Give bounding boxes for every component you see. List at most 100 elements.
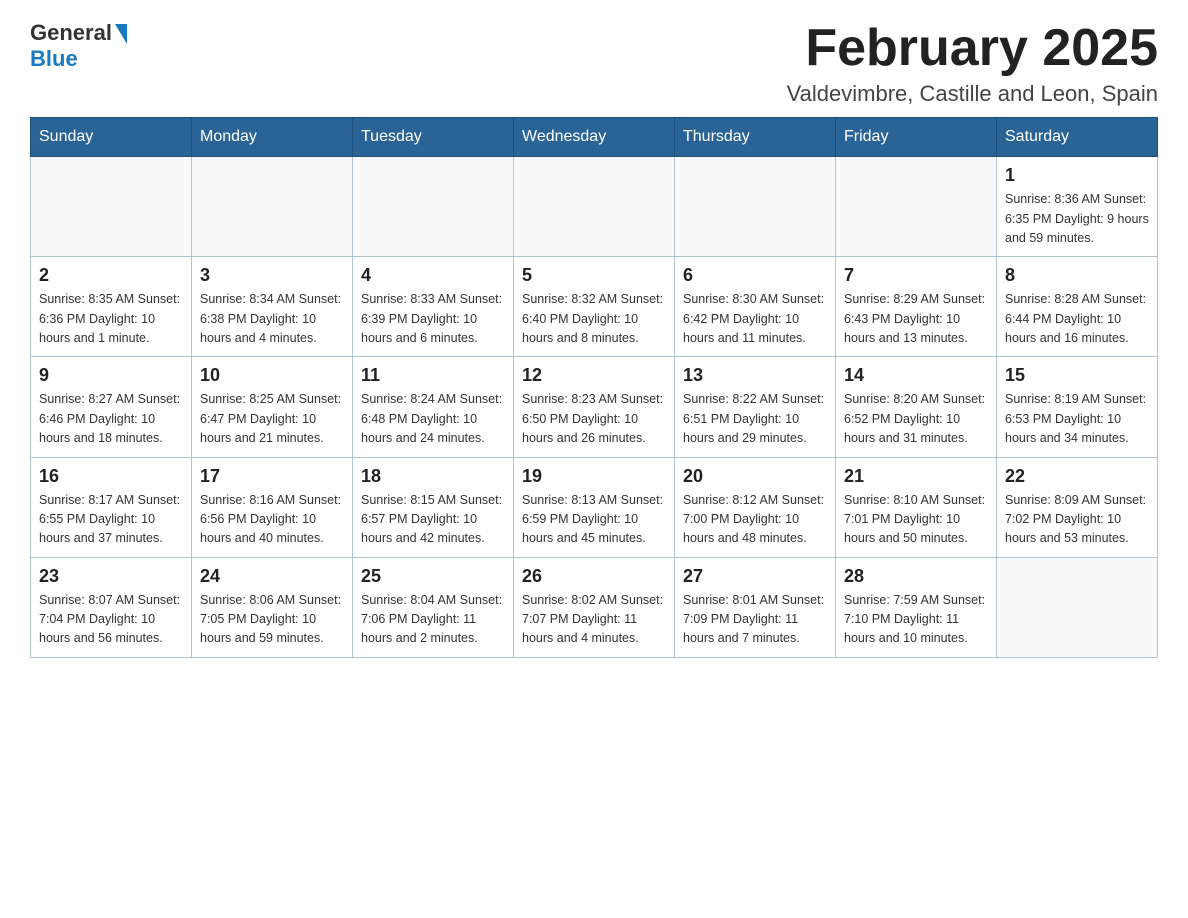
weekday-header-saturday: Saturday <box>997 118 1158 157</box>
day-info: Sunrise: 8:07 AM Sunset: 7:04 PM Dayligh… <box>39 591 183 649</box>
calendar-cell: 1 Sunrise: 8:36 AM Sunset: 6:35 PM Daylig… <box>997 157 1158 257</box>
day-info: Sunrise: 8:09 AM Sunset: 7:02 PM Dayligh… <box>1005 491 1149 549</box>
calendar-cell: 20Sunrise: 8:12 AM Sunset: 7:00 PM Dayli… <box>675 457 836 557</box>
day-number: 5 <box>522 265 666 286</box>
day-info: Sunrise: 8:25 AM Sunset: 6:47 PM Dayligh… <box>200 390 344 448</box>
day-number: 2 <box>39 265 183 286</box>
calendar-cell: 14Sunrise: 8:20 AM Sunset: 6:52 PM Dayli… <box>836 357 997 457</box>
logo-blue-text: Blue <box>30 46 78 72</box>
day-number: 4 <box>361 265 505 286</box>
day-info: Sunrise: 8:24 AM Sunset: 6:48 PM Dayligh… <box>361 390 505 448</box>
day-info: Sunrise: 8:33 AM Sunset: 6:39 PM Dayligh… <box>361 290 505 348</box>
weekday-header-sunday: Sunday <box>31 118 192 157</box>
calendar-cell <box>192 157 353 257</box>
day-info: Sunrise: 8:15 AM Sunset: 6:57 PM Dayligh… <box>361 491 505 549</box>
calendar-header: SundayMondayTuesdayWednesdayThursdayFrid… <box>31 118 1158 157</box>
day-number: 28 <box>844 566 988 587</box>
subtitle: Valdevimbre, Castille and Leon, Spain <box>787 81 1158 107</box>
calendar-cell: 7 Sunrise: 8:29 AM Sunset: 6:43 PM Daylig… <box>836 257 997 357</box>
day-number: 19 <box>522 466 666 487</box>
calendar-cell: 11 Sunrise: 8:24 AM Sunset: 6:48 PM Dayli… <box>353 357 514 457</box>
day-number: 24 <box>200 566 344 587</box>
calendar-cell <box>675 157 836 257</box>
day-number: 26 <box>522 566 666 587</box>
day-number: 21 <box>844 466 988 487</box>
calendar-cell: 26 Sunrise: 8:02 AM Sunset: 7:07 PM Dayli… <box>514 557 675 657</box>
day-number: 13 <box>683 365 827 386</box>
day-info: Sunrise: 8:02 AM Sunset: 7:07 PM Dayligh… <box>522 591 666 649</box>
calendar-cell: 22 Sunrise: 8:09 AM Sunset: 7:02 PM Dayli… <box>997 457 1158 557</box>
weekday-row: SundayMondayTuesdayWednesdayThursdayFrid… <box>31 118 1158 157</box>
calendar-week-5: 23 Sunrise: 8:07 AM Sunset: 7:04 PM Dayli… <box>31 557 1158 657</box>
weekday-header-friday: Friday <box>836 118 997 157</box>
calendar-cell <box>514 157 675 257</box>
day-number: 22 <box>1005 466 1149 487</box>
calendar-cell: 15 Sunrise: 8:19 AM Sunset: 6:53 PM Dayli… <box>997 357 1158 457</box>
calendar-cell: 25 Sunrise: 8:04 AM Sunset: 7:06 PM Dayli… <box>353 557 514 657</box>
day-number: 15 <box>1005 365 1149 386</box>
day-info: Sunrise: 8:23 AM Sunset: 6:50 PM Dayligh… <box>522 390 666 448</box>
logo: General Blue <box>30 20 127 72</box>
weekday-header-thursday: Thursday <box>675 118 836 157</box>
calendar-week-4: 16 Sunrise: 8:17 AM Sunset: 6:55 PM Dayli… <box>31 457 1158 557</box>
day-info: Sunrise: 7:59 AM Sunset: 7:10 PM Dayligh… <box>844 591 988 649</box>
calendar-cell: 27 Sunrise: 8:01 AM Sunset: 7:09 PM Dayli… <box>675 557 836 657</box>
day-info: Sunrise: 8:17 AM Sunset: 6:55 PM Dayligh… <box>39 491 183 549</box>
day-info: Sunrise: 8:13 AM Sunset: 6:59 PM Dayligh… <box>522 491 666 549</box>
calendar-cell: 21 Sunrise: 8:10 AM Sunset: 7:01 PM Dayli… <box>836 457 997 557</box>
day-info: Sunrise: 8:01 AM Sunset: 7:09 PM Dayligh… <box>683 591 827 649</box>
calendar-cell: 23 Sunrise: 8:07 AM Sunset: 7:04 PM Dayli… <box>31 557 192 657</box>
title-block: February 2025 Valdevimbre, Castille and … <box>787 20 1158 107</box>
calendar-cell: 5Sunrise: 8:32 AM Sunset: 6:40 PM Daylig… <box>514 257 675 357</box>
calendar-cell: 19 Sunrise: 8:13 AM Sunset: 6:59 PM Dayli… <box>514 457 675 557</box>
day-number: 11 <box>361 365 505 386</box>
logo-arrow-icon <box>115 24 127 44</box>
calendar-cell: 16 Sunrise: 8:17 AM Sunset: 6:55 PM Dayli… <box>31 457 192 557</box>
day-info: Sunrise: 8:04 AM Sunset: 7:06 PM Dayligh… <box>361 591 505 649</box>
day-number: 27 <box>683 566 827 587</box>
day-info: Sunrise: 8:12 AM Sunset: 7:00 PM Dayligh… <box>683 491 827 549</box>
day-number: 10 <box>200 365 344 386</box>
calendar-cell: 17 Sunrise: 8:16 AM Sunset: 6:56 PM Dayli… <box>192 457 353 557</box>
day-number: 12 <box>522 365 666 386</box>
day-info: Sunrise: 8:10 AM Sunset: 7:01 PM Dayligh… <box>844 491 988 549</box>
calendar-body: 1 Sunrise: 8:36 AM Sunset: 6:35 PM Daylig… <box>31 157 1158 658</box>
day-number: 18 <box>361 466 505 487</box>
weekday-header-monday: Monday <box>192 118 353 157</box>
day-info: Sunrise: 8:36 AM Sunset: 6:35 PM Dayligh… <box>1005 190 1149 248</box>
day-number: 1 <box>1005 165 1149 186</box>
day-info: Sunrise: 8:19 AM Sunset: 6:53 PM Dayligh… <box>1005 390 1149 448</box>
calendar-cell: 2 Sunrise: 8:35 AM Sunset: 6:36 PM Daylig… <box>31 257 192 357</box>
day-number: 23 <box>39 566 183 587</box>
day-info: Sunrise: 8:29 AM Sunset: 6:43 PM Dayligh… <box>844 290 988 348</box>
calendar-cell <box>836 157 997 257</box>
logo-general-text: General <box>30 20 112 46</box>
day-info: Sunrise: 8:34 AM Sunset: 6:38 PM Dayligh… <box>200 290 344 348</box>
calendar-cell: 3Sunrise: 8:34 AM Sunset: 6:38 PM Daylig… <box>192 257 353 357</box>
main-title: February 2025 <box>787 20 1158 77</box>
calendar-week-1: 1 Sunrise: 8:36 AM Sunset: 6:35 PM Daylig… <box>31 157 1158 257</box>
calendar-week-2: 2 Sunrise: 8:35 AM Sunset: 6:36 PM Daylig… <box>31 257 1158 357</box>
calendar-table: SundayMondayTuesdayWednesdayThursdayFrid… <box>30 117 1158 658</box>
day-info: Sunrise: 8:30 AM Sunset: 6:42 PM Dayligh… <box>683 290 827 348</box>
page-header: General Blue February 2025 Valdevimbre, … <box>30 20 1158 107</box>
day-number: 16 <box>39 466 183 487</box>
day-info: Sunrise: 8:16 AM Sunset: 6:56 PM Dayligh… <box>200 491 344 549</box>
weekday-header-tuesday: Tuesday <box>353 118 514 157</box>
day-info: Sunrise: 8:20 AM Sunset: 6:52 PM Dayligh… <box>844 390 988 448</box>
day-info: Sunrise: 8:06 AM Sunset: 7:05 PM Dayligh… <box>200 591 344 649</box>
day-info: Sunrise: 8:35 AM Sunset: 6:36 PM Dayligh… <box>39 290 183 348</box>
calendar-week-3: 9Sunrise: 8:27 AM Sunset: 6:46 PM Daylig… <box>31 357 1158 457</box>
day-info: Sunrise: 8:28 AM Sunset: 6:44 PM Dayligh… <box>1005 290 1149 348</box>
day-number: 25 <box>361 566 505 587</box>
day-number: 7 <box>844 265 988 286</box>
calendar-cell: 6Sunrise: 8:30 AM Sunset: 6:42 PM Daylig… <box>675 257 836 357</box>
day-number: 9 <box>39 365 183 386</box>
calendar-cell: 9Sunrise: 8:27 AM Sunset: 6:46 PM Daylig… <box>31 357 192 457</box>
calendar-cell <box>31 157 192 257</box>
calendar-cell: 13 Sunrise: 8:22 AM Sunset: 6:51 PM Dayli… <box>675 357 836 457</box>
day-number: 17 <box>200 466 344 487</box>
day-info: Sunrise: 8:22 AM Sunset: 6:51 PM Dayligh… <box>683 390 827 448</box>
calendar-cell: 28 Sunrise: 7:59 AM Sunset: 7:10 PM Dayli… <box>836 557 997 657</box>
calendar-cell <box>353 157 514 257</box>
